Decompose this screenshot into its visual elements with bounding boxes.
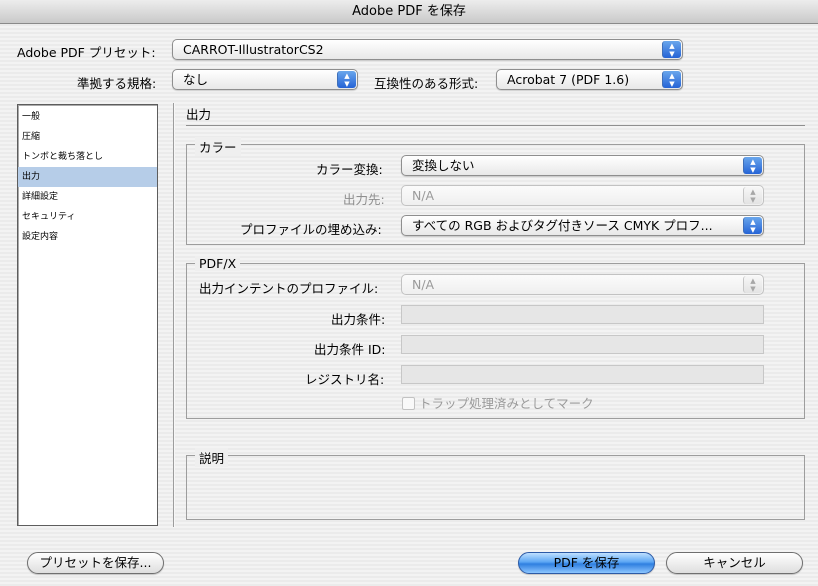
color-group-title: カラー: [195, 137, 241, 156]
preset-select[interactable]: CARROT-IllustratorCS2 ▲ ▼: [172, 39, 683, 60]
profile-embed-label: プロファイルの埋め込み:: [240, 222, 382, 237]
window-title: Adobe PDF を保存: [0, 0, 818, 24]
output-condition-id-field[interactable]: [401, 335, 764, 354]
save-preset-button[interactable]: プリセットを保存...: [27, 552, 164, 574]
output-intent-select[interactable]: N/A ▲ ▼: [401, 274, 764, 295]
compat-label: 互換性のある形式:: [374, 76, 479, 91]
save-pdf-dialog: Adobe PDF を保存 Adobe PDF プリセット: CARROT-Il…: [0, 0, 818, 586]
updown-arrows-icon: ▲ ▼: [662, 71, 681, 88]
trapped-checkbox-label: トラップ処理済みとしてマーク: [419, 396, 594, 411]
standard-select-value: なし: [183, 72, 209, 87]
destination-select[interactable]: N/A ▲ ▼: [401, 185, 764, 206]
output-condition-label: 出力条件:: [331, 312, 386, 327]
color-conversion-label: カラー変換:: [316, 162, 383, 177]
sidebar-item-marks-bleeds[interactable]: トンボと裁ち落とし: [18, 147, 157, 167]
color-conversion-select[interactable]: 変換しない ▲ ▼: [401, 155, 764, 176]
destination-label: 出力先:: [343, 192, 385, 207]
description-group-title: 説明: [195, 448, 229, 467]
compat-select[interactable]: Acrobat 7 (PDF 1.6) ▲ ▼: [496, 69, 683, 90]
profile-embed-value: すべての RGB およびタグ付きソース CMYK プロフ...: [412, 218, 713, 233]
color-conversion-value: 変換しない: [412, 158, 475, 173]
output-intent-value: N/A: [412, 277, 435, 292]
standard-label: 準拠する規格:: [77, 76, 157, 91]
preset-label: Adobe PDF プリセット:: [17, 45, 156, 60]
sidebar-item-output[interactable]: 出力: [18, 167, 157, 187]
trapped-checkbox[interactable]: [402, 397, 415, 410]
trapped-checkbox-row[interactable]: トラップ処理済みとしてマーク: [402, 393, 594, 412]
output-intent-label: 出力インテントのプロファイル:: [199, 281, 379, 296]
sidebar-item-advanced[interactable]: 詳細設定: [18, 187, 157, 207]
save-pdf-button[interactable]: PDF を保存: [518, 552, 655, 574]
updown-arrows-icon: ▲ ▼: [743, 217, 762, 234]
standard-select[interactable]: なし ▲ ▼: [172, 69, 358, 90]
cancel-button[interactable]: キャンセル: [666, 552, 803, 574]
updown-arrows-icon: ▲ ▼: [743, 187, 762, 204]
preset-select-value: CARROT-IllustratorCS2: [183, 42, 324, 57]
updown-arrows-icon: ▲ ▼: [743, 276, 762, 293]
registry-name-label: レジストリ名:: [305, 372, 385, 387]
sidebar-item-security[interactable]: セキュリティ: [18, 207, 157, 227]
output-condition-id-label: 出力条件 ID:: [314, 342, 386, 357]
section-title: 出力: [186, 107, 212, 122]
registry-name-field[interactable]: [401, 365, 764, 384]
sidebar-item-summary[interactable]: 設定内容: [18, 227, 157, 247]
updown-arrows-icon: ▲ ▼: [662, 41, 681, 58]
sidebar-category-list[interactable]: 一般 圧縮 トンボと裁ち落とし 出力 詳細設定 セキュリティ 設定内容: [17, 104, 158, 526]
profile-embed-select[interactable]: すべての RGB およびタグ付きソース CMYK プロフ... ▲ ▼: [401, 215, 764, 236]
description-group: [186, 455, 805, 520]
compat-select-value: Acrobat 7 (PDF 1.6): [507, 72, 630, 87]
destination-value: N/A: [412, 188, 435, 203]
panel-divider: [173, 103, 175, 527]
sidebar-item-compression[interactable]: 圧縮: [18, 127, 157, 147]
updown-arrows-icon: ▲ ▼: [743, 157, 762, 174]
pdfx-group-title: PDF/X: [195, 256, 241, 271]
section-divider: [186, 125, 805, 126]
sidebar-item-general[interactable]: 一般: [18, 107, 157, 127]
updown-arrows-icon: ▲ ▼: [337, 71, 356, 88]
output-condition-field[interactable]: [401, 305, 764, 324]
